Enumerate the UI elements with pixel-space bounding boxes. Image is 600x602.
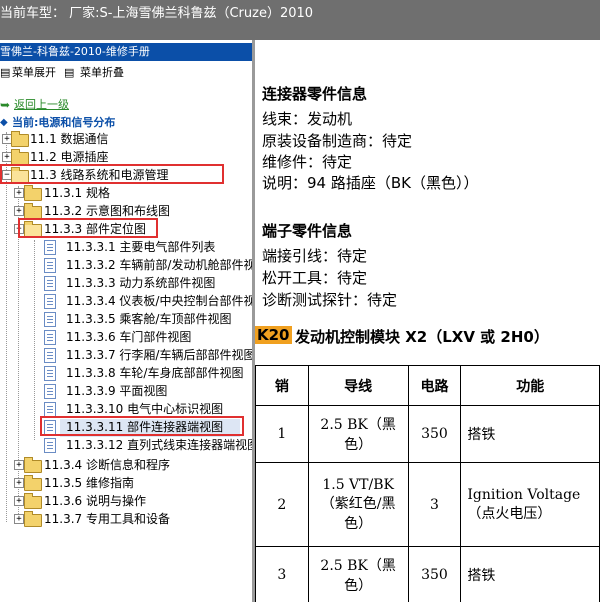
tree-item-label[interactable]: 11.3.6 说明与操作	[44, 492, 146, 510]
tree-item-label[interactable]: 11.3.3.3 动力系统部件视图	[66, 274, 215, 292]
highlight-box	[18, 218, 158, 238]
column-header: 功能	[460, 365, 600, 406]
terminal-lead-text: 端接引线：待定	[262, 247, 368, 265]
manual-header: 雪佛兰-科鲁兹-2010-维修手册	[0, 43, 252, 61]
document-icon	[44, 384, 56, 399]
tree-item-label[interactable]: 11.3.3.6 车门部件视图	[66, 328, 191, 346]
table-header-row: 销 导线 电路 功能	[255, 365, 600, 406]
folder-icon	[24, 493, 42, 509]
circuit-cell: 3	[407, 462, 462, 547]
connector-heading: 连接器零件信息	[262, 85, 368, 103]
wire-cell: 2.5 BK（黑色）	[307, 546, 409, 602]
column-header: 电路	[407, 365, 462, 406]
terminal-heading: 端子零件信息	[262, 222, 353, 240]
back-arrow-icon[interactable]: ➥	[0, 96, 10, 114]
function-cell: 搭铁	[460, 546, 600, 602]
pin-cell: 2	[255, 462, 309, 547]
column-header: 导线	[307, 365, 409, 406]
back-link-row[interactable]: ➥ 返回上一级	[0, 96, 252, 114]
expand-plus-icon[interactable]: +	[14, 460, 24, 470]
highlight-box	[40, 416, 244, 436]
collapse-menu-button[interactable]: 菜单折叠	[80, 64, 124, 82]
menu-toolbar: ▤ 菜单展开 ▤ 菜单折叠	[0, 64, 252, 82]
folder-icon	[24, 185, 42, 201]
document-icon	[44, 312, 56, 327]
document-icon	[44, 240, 56, 255]
table-row: 1 2.5 BK（黑色） 350 搭铁	[255, 405, 600, 463]
service-part-text: 维修件：待定	[262, 153, 353, 171]
probe-text: 诊断测试探针：待定	[262, 291, 398, 309]
wire-cell: 1.5 VT/BK（紫红色/黑色）	[307, 462, 409, 547]
folder-icon	[24, 457, 42, 473]
tree-item-label[interactable]: 11.3.3.12 直列式线束连接器端视图	[66, 436, 252, 454]
release-tool-text: 松开工具：待定	[262, 269, 368, 287]
tree-guide-line	[34, 240, 35, 440]
folder-icon	[24, 511, 42, 527]
window-title: 当前车型： 厂家:S-上海雪佛兰科鲁兹（Cruze）2010	[0, 6, 314, 21]
expand-plus-icon[interactable]: +	[14, 496, 24, 506]
expand-plus-icon[interactable]: +	[14, 514, 24, 524]
oem-text: 原装设备制造商：待定	[262, 132, 413, 150]
harness-text: 线束：发动机	[262, 110, 353, 128]
table-row: 2 1.5 VT/BK（紫红色/黑色） 3 Ignition Voltage（点…	[255, 462, 600, 547]
document-icon	[44, 366, 56, 381]
document-icon	[44, 294, 56, 309]
tree-item-label[interactable]: 11.3.3.2 车辆前部/发动机舱部件视图	[66, 256, 252, 274]
expand-menu-button[interactable]: 菜单展开	[12, 64, 56, 82]
tree-item-label[interactable]: 11.3.3.8 车轮/车身底部部件视图	[66, 364, 243, 382]
expand-plus-icon[interactable]: +	[14, 188, 24, 198]
highlight-box	[0, 164, 224, 184]
location-icon: ◆	[0, 117, 8, 128]
folder-icon	[11, 131, 29, 147]
folder-icon	[24, 475, 42, 491]
document-icon	[44, 348, 56, 363]
tree-item-label[interactable]: 11.3.3.1 主要电气部件列表	[66, 238, 215, 256]
circuit-cell: 350	[407, 405, 462, 463]
function-cell: Ignition Voltage（点火电压）	[460, 462, 600, 547]
document-icon	[44, 258, 56, 273]
document-icon	[44, 402, 56, 417]
content-pane: 连接器零件信息 线束：发动机 原装设备制造商：待定 维修件：待定 说明：94 路…	[255, 40, 600, 602]
pin-cell: 3	[255, 546, 309, 602]
circuit-cell: 350	[407, 546, 462, 602]
tree-guide-line	[6, 132, 7, 522]
tree-item-label[interactable]: 11.3.5 维修指南	[44, 474, 134, 492]
collapse-icon[interactable]: ▤	[64, 64, 74, 82]
module-title: 发动机控制模块 X2（LXV 或 2H0）	[295, 328, 549, 346]
tree-item-label[interactable]: 11.3.4 诊断信息和程序	[44, 456, 170, 474]
pin-cell: 1	[255, 405, 309, 463]
pin-table: 销 导线 电路 功能 1 2.5 BK（黑色） 350 搭铁 2 1.5 VT/…	[255, 365, 600, 602]
tree-item-label[interactable]: 11.3.3.4 仪表板/中央控制台部件视图	[66, 292, 252, 310]
wire-cell: 2.5 BK（黑色）	[307, 405, 409, 463]
manual-title: 雪佛兰-科鲁兹-2010-维修手册	[0, 45, 150, 58]
document-icon	[44, 276, 56, 291]
module-tag: K20	[255, 326, 292, 344]
expand-plus-icon[interactable]: +	[14, 206, 24, 216]
document-icon	[44, 330, 56, 345]
function-cell: 搭铁	[460, 405, 600, 463]
navigation-pane: 雪佛兰-科鲁兹-2010-维修手册 ▤ 菜单展开 ▤ 菜单折叠 ➥ 返回上一级 …	[0, 40, 252, 602]
document-icon	[44, 438, 56, 453]
tree-item-label[interactable]: 11.1 数据通信	[30, 130, 109, 148]
table-row: 3 2.5 BK（黑色） 350 搭铁	[255, 546, 600, 602]
back-link[interactable]: 返回上一级	[14, 96, 69, 114]
expand-icon[interactable]: ▤	[0, 64, 10, 82]
tree-item-label[interactable]: 11.3.3.9 平面视图	[66, 382, 167, 400]
tree-item-label[interactable]: 11.3.3.5 乘客舱/车顶部件视图	[66, 310, 231, 328]
column-header: 销	[255, 365, 309, 406]
tree-item-label[interactable]: 11.3.3.7 行李厢/车辆后部部件视图	[66, 346, 252, 364]
window-titlebar: 当前车型： 厂家:S-上海雪佛兰科鲁兹（Cruze）2010	[0, 0, 600, 40]
tree-item-label[interactable]: 11.3.1 规格	[44, 184, 110, 202]
description-text: 说明：94 路插座（BK（黑色））	[262, 174, 479, 192]
expand-plus-icon[interactable]: +	[14, 478, 24, 488]
tree-item-label[interactable]: 11.3.7 专用工具和设备	[44, 510, 170, 528]
